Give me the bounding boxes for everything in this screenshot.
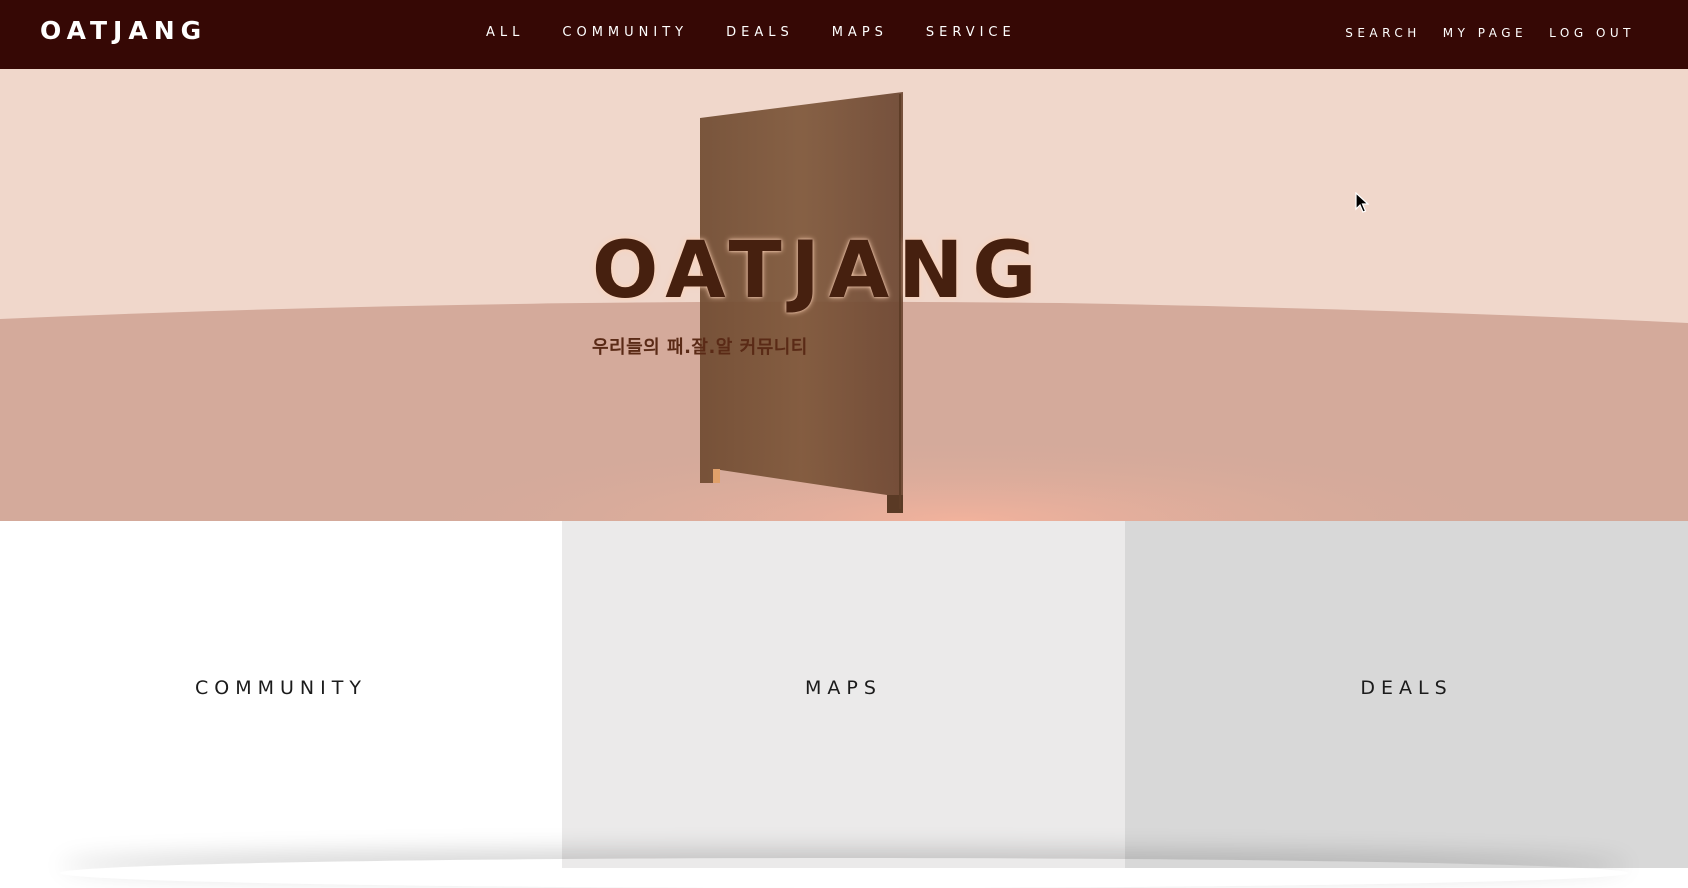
search-link[interactable]: SEARCH: [1345, 26, 1421, 40]
nav-deals-link[interactable]: DEALS: [726, 25, 794, 40]
log-out-link[interactable]: LOG OUT: [1549, 26, 1635, 40]
main-menu: ALL COMMUNITY DEALS MAPS SERVICE: [486, 25, 1054, 40]
deals-panel[interactable]: DEALS: [1125, 521, 1688, 868]
my-page-link[interactable]: MY PAGE: [1443, 26, 1527, 40]
nav-all-link[interactable]: ALL: [486, 25, 524, 40]
site-logo[interactable]: OATJANG: [40, 16, 207, 45]
mouse-cursor-icon: [1355, 192, 1369, 213]
top-navbar: OATJANG ALL COMMUNITY DEALS MAPS SERVICE…: [0, 0, 1688, 69]
nav-service-link[interactable]: SERVICE: [926, 25, 1016, 40]
maps-panel-label: MAPS: [805, 676, 882, 699]
hero-subtitle: 우리들의 패.잘.알 커뮤니티: [592, 337, 808, 358]
nav-community-link[interactable]: COMMUNITY: [562, 25, 688, 40]
user-menu: SEARCH MY PAGE LOG OUT: [1323, 26, 1635, 40]
nav-maps-link[interactable]: MAPS: [832, 25, 888, 40]
deals-panel-label: DEALS: [1360, 676, 1453, 699]
community-panel-label: COMMUNITY: [195, 676, 367, 699]
community-panel[interactable]: COMMUNITY: [0, 521, 562, 868]
maps-panel[interactable]: MAPS: [562, 521, 1125, 868]
hero-banner: OATJANG 우리들의 패.잘.알 커뮤니티: [0, 69, 1688, 521]
category-panels: COMMUNITY MAPS DEALS: [0, 521, 1688, 868]
hero-title: OATJANG: [592, 226, 1046, 316]
